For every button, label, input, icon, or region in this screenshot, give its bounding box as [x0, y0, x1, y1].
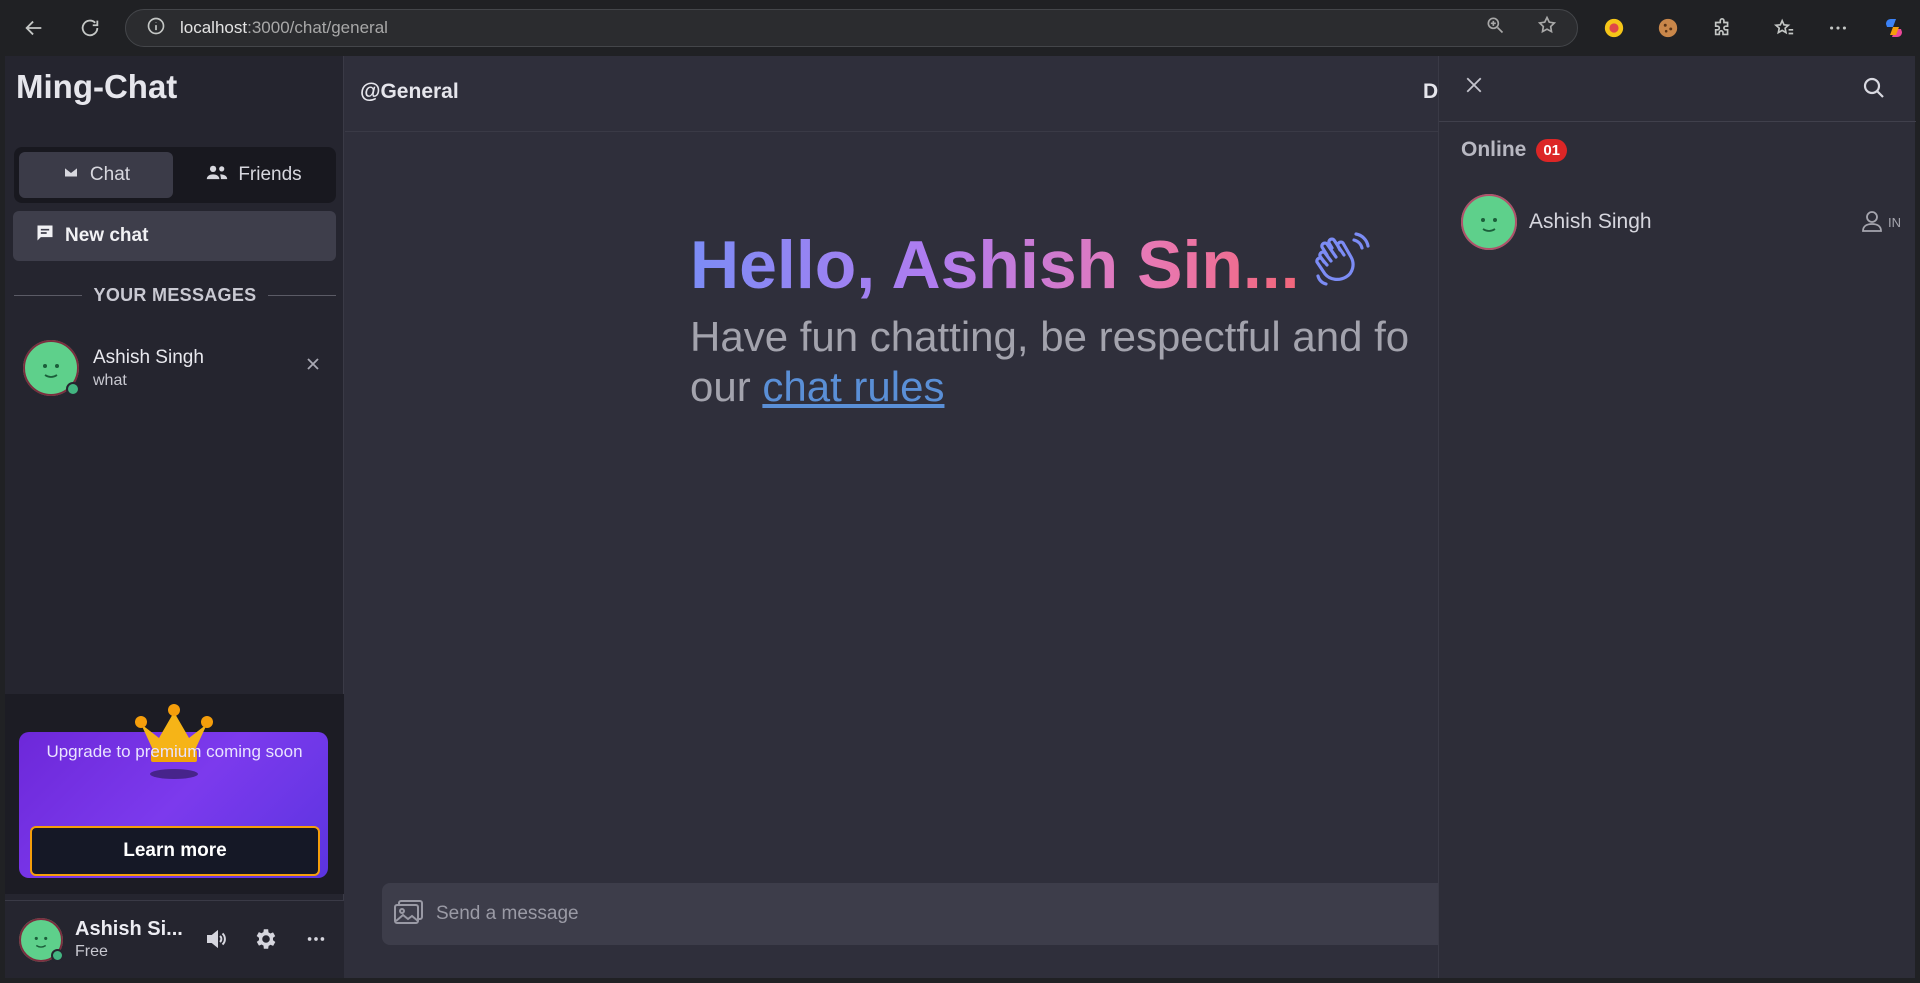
message-composer[interactable]: Send a message: [382, 883, 1445, 945]
search-icon[interactable]: [1862, 76, 1886, 105]
chat-header: @General Da: [345, 56, 1450, 132]
app-window: Ming-Chat Chat Friends New chat YOUR MES…: [5, 56, 1916, 978]
copilot-icon[interactable]: [1880, 14, 1908, 42]
extension-color-icon[interactable]: [1600, 14, 1628, 42]
welcome-text: Have fun chatting, be respectful and fo …: [690, 312, 1440, 412]
dm-name: Ashish Singh: [93, 346, 204, 368]
more-options-icon[interactable]: [300, 923, 332, 955]
avatar: [23, 340, 80, 396]
extensions-puzzle-icon[interactable]: [1709, 14, 1737, 42]
user-info: Ashish Si... Free: [75, 918, 183, 961]
welcome-line-2: our chat rules: [690, 362, 1440, 412]
online-label: Online: [1461, 138, 1527, 161]
divider: [14, 295, 82, 296]
tab-friends[interactable]: Friends: [177, 152, 331, 198]
online-count-badge: 01: [1536, 138, 1568, 162]
address-bar[interactable]: localhost:3000/chat/general: [125, 9, 1578, 47]
user-outline-icon: [1862, 210, 1882, 235]
tab-friends-label: Friends: [238, 164, 302, 185]
cookie-icon[interactable]: [1654, 14, 1682, 42]
avatar: [1461, 194, 1517, 250]
reload-icon[interactable]: [74, 12, 106, 44]
message-input[interactable]: Send a message: [436, 903, 579, 925]
online-status-dot: [51, 948, 64, 962]
chat-bubble-icon: [35, 223, 55, 249]
more-menu-icon[interactable]: [1824, 14, 1852, 42]
member-name: Ashish Singh: [1529, 210, 1652, 233]
country-code: IN: [1888, 215, 1901, 230]
tab-chat-label: Chat: [89, 164, 131, 185]
online-header: Online 01: [1461, 138, 1568, 162]
back-icon[interactable]: [18, 12, 50, 44]
bookmark-star-icon[interactable]: [1534, 12, 1560, 38]
tab-chat[interactable]: Chat: [19, 152, 173, 198]
divider: [268, 295, 336, 296]
image-upload-icon[interactable]: [394, 899, 424, 930]
url-host: localhost: [180, 18, 248, 37]
close-icon[interactable]: [1465, 76, 1483, 99]
new-chat-button[interactable]: New chat: [13, 211, 336, 261]
gear-icon[interactable]: [250, 923, 282, 955]
close-icon[interactable]: [305, 356, 321, 377]
speaker-icon[interactable]: [200, 923, 232, 955]
messages-section-header: YOUR MESSAGES: [14, 285, 336, 306]
browser-toolbar: localhost:3000/chat/general: [0, 0, 1920, 56]
member-country: IN: [1862, 210, 1901, 235]
people-icon: [206, 163, 228, 187]
sidebar: Ming-Chat Chat Friends New chat YOUR MES…: [5, 56, 344, 978]
dm-preview: what: [93, 371, 127, 389]
welcome-line: Have fun chatting, be respectful and fo: [690, 313, 1410, 360]
url-path: :3000/chat/general: [247, 18, 388, 37]
learn-more-button[interactable]: Learn more: [30, 826, 320, 876]
section-title: YOUR MESSAGES: [93, 285, 257, 305]
member-item[interactable]: Ashish Singh IN: [1461, 194, 1901, 250]
premium-text: Upgrade to premium coming soon: [46, 742, 303, 761]
new-chat-label: New chat: [65, 225, 149, 246]
welcome-prefix: our: [690, 363, 751, 410]
avatar[interactable]: [19, 917, 64, 962]
greeting-heading: Hello, Ashish Sin...: [690, 227, 1300, 303]
channel-title: @General: [360, 80, 459, 103]
list-item[interactable]: Ashish Singh what: [23, 338, 333, 398]
app-brand: Ming-Chat: [16, 68, 178, 105]
user-bar: Ashish Si... Free: [5, 900, 344, 978]
chat-rules-link[interactable]: chat rules: [762, 363, 944, 410]
user-name: Ashish Si...: [75, 918, 183, 940]
dm-text: Ashish Singh what: [93, 347, 204, 390]
members-panel: Online 01 Ashish Singh IN: [1438, 56, 1916, 978]
avatar-ring: [1461, 194, 1517, 250]
site-info-icon[interactable]: [146, 16, 166, 41]
sidebar-tabs: Chat Friends: [14, 147, 336, 203]
waving-hand-icon: [1310, 232, 1370, 297]
user-plan: Free: [75, 943, 108, 960]
zoom-icon[interactable]: [1482, 12, 1508, 38]
members-panel-header: [1439, 56, 1916, 122]
url-text[interactable]: localhost:3000/chat/general: [180, 18, 388, 38]
favorites-icon[interactable]: [1770, 14, 1798, 42]
envelope-icon: [62, 163, 80, 187]
online-status-dot: [66, 382, 80, 396]
